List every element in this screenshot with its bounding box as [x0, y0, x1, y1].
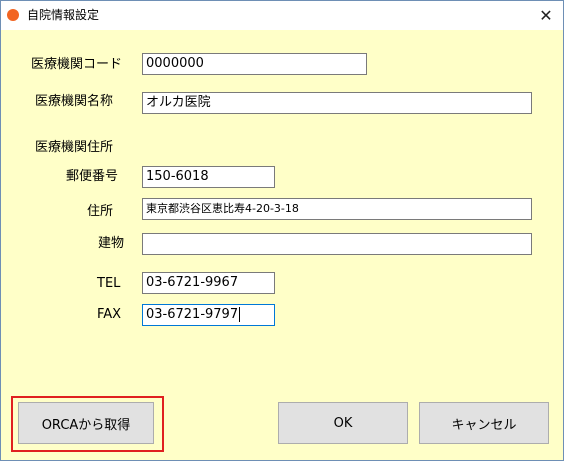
highlight-box: [11, 396, 164, 452]
name-label: 医療機関名称: [35, 94, 114, 109]
window-title: 自院情報設定: [27, 8, 100, 22]
settings-dialog: 自院情報設定 ✕ 医療機関コード 0000000 医療機関名称 オルカ医院 医療…: [0, 0, 564, 461]
cancel-button[interactable]: キャンセル: [419, 402, 549, 444]
address-field[interactable]: 東京都渋谷区恵比寿4-20-3-18: [142, 198, 532, 220]
ok-button[interactable]: OK: [278, 402, 408, 444]
tel-label: TEL: [97, 276, 121, 291]
dialog-body: 医療機関コード 0000000 医療機関名称 オルカ医院 医療機関住所 郵便番号…: [1, 30, 563, 460]
code-field[interactable]: 0000000: [142, 53, 367, 75]
code-label: 医療機関コード: [31, 57, 123, 72]
text-caret: [239, 307, 241, 322]
close-icon[interactable]: ✕: [529, 1, 563, 30]
building-field[interactable]: [142, 233, 532, 255]
title-bar: 自院情報設定 ✕: [1, 1, 563, 30]
fax-value: 03-6721-9797: [146, 307, 239, 322]
app-icon: [7, 9, 19, 21]
name-field[interactable]: オルカ医院: [142, 92, 532, 114]
address-section-label: 医療機関住所: [35, 140, 114, 155]
fax-field[interactable]: 03-6721-9797: [142, 304, 275, 326]
postal-field[interactable]: 150-6018: [142, 166, 275, 188]
fax-label: FAX: [97, 307, 122, 322]
building-label: 建物: [98, 236, 125, 251]
postal-label: 郵便番号: [66, 169, 119, 184]
tel-field[interactable]: 03-6721-9967: [142, 272, 275, 294]
address-label: 住所: [87, 204, 114, 219]
